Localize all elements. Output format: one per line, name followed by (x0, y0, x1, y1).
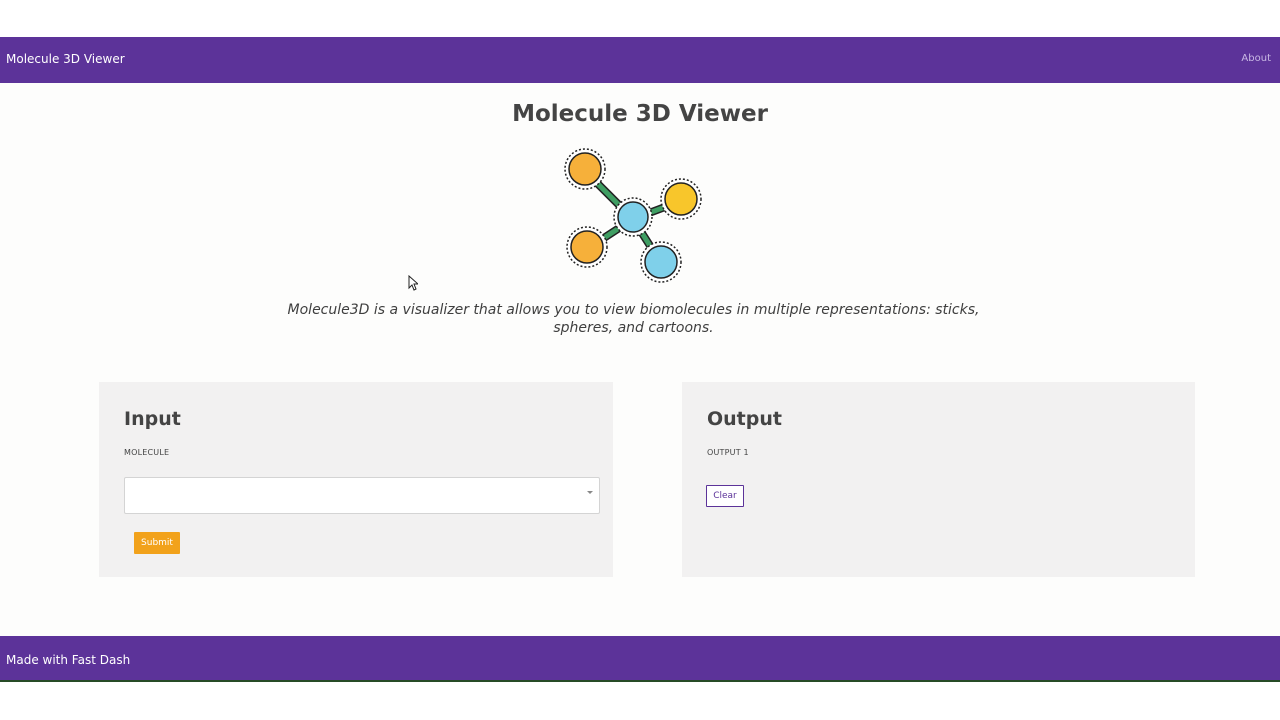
navbar-brand[interactable]: Molecule 3D Viewer (6, 51, 125, 67)
submit-button[interactable]: Submit (134, 532, 180, 554)
molecule-select[interactable] (124, 477, 600, 514)
output-panel: Output OUTPUT 1 Clear (682, 382, 1195, 577)
molecule-label: MOLECULE (124, 448, 170, 457)
footer-text: Made with Fast Dash (6, 653, 131, 667)
footer: Made with Fast Dash (0, 636, 1280, 682)
input-panel-title: Input (124, 408, 181, 430)
top-navbar: Molecule 3D Viewer About (0, 37, 1280, 83)
input-panel: Input MOLECULE Submit (99, 382, 613, 577)
main-content: Molecule 3D Viewer Molecule3D is a visua… (0, 83, 1280, 636)
mouse-pointer-icon (408, 275, 418, 291)
page: Molecule 3D Viewer About Molecule 3D Vie… (0, 0, 1280, 720)
app-description: Molecule3D is a visualizer that allows y… (287, 302, 980, 336)
page-title: Molecule 3D Viewer (512, 101, 768, 127)
about-link[interactable]: About (1241, 52, 1271, 66)
clear-button[interactable]: Clear (706, 485, 744, 507)
molecule-icon (564, 148, 702, 283)
output-panel-title: Output (707, 408, 782, 430)
atoms (564, 148, 702, 283)
output-1-label: OUTPUT 1 (707, 448, 749, 457)
caret-down-icon[interactable] (587, 491, 593, 494)
